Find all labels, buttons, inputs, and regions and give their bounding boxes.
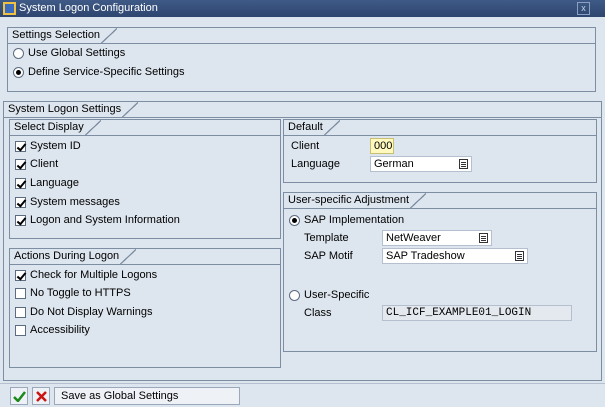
select-display-title: Select Display (9, 119, 101, 135)
checkbox-system-id[interactable]: System ID (15, 138, 81, 154)
radio-button[interactable] (289, 289, 300, 301)
checkbox-label: Language (30, 177, 79, 189)
language-select[interactable]: German (370, 156, 472, 172)
radio-user-specific[interactable]: User-Specific (289, 287, 369, 303)
checkbox[interactable] (15, 177, 26, 189)
system-logon-settings-title: System Logon Settings (3, 101, 139, 117)
group-divider (284, 208, 596, 209)
select-display-group: Select Display System ID Client Language… (9, 119, 281, 239)
class-field[interactable]: CL_ICF_EXAMPLE01_LOGIN (382, 305, 572, 321)
user-specific-group: User-specific Adjustment SAP Implementat… (283, 192, 597, 352)
checkbox-system-messages[interactable]: System messages (15, 194, 120, 210)
confirm-button[interactable] (10, 387, 28, 405)
value-help-icon[interactable] (479, 233, 488, 243)
motif-select[interactable]: SAP Tradeshow (382, 248, 528, 264)
checkbox-label: Logon and System Information (30, 214, 180, 226)
settings-selection-group: Settings Selection Use Global Settings D… (7, 27, 596, 92)
checkbox-client[interactable]: Client (15, 156, 58, 172)
cancel-button[interactable] (32, 387, 50, 405)
checkbox-multiple-logons[interactable]: Check for Multiple Logons (15, 267, 157, 283)
language-label: Language (291, 158, 340, 170)
actions-during-logon-title: Actions During Logon (9, 248, 137, 264)
radio-sap-implementation[interactable]: SAP Implementation (289, 212, 404, 228)
group-divider (10, 264, 280, 265)
template-label: Template (304, 232, 349, 244)
checkmark-icon (12, 390, 26, 402)
motif-label: SAP Motif (304, 250, 353, 262)
radio-label: User-Specific (304, 289, 370, 301)
checkbox-label: System ID (30, 140, 81, 152)
class-label: Class (304, 307, 332, 319)
checkbox[interactable] (15, 287, 26, 299)
template-select[interactable]: NetWeaver (382, 230, 492, 246)
radio-button[interactable] (13, 66, 24, 78)
dialog-body: Settings Selection Use Global Settings D… (0, 17, 605, 407)
group-divider (4, 117, 601, 118)
checkbox[interactable] (15, 306, 26, 318)
checkbox[interactable] (15, 158, 26, 170)
checkbox-label: Check for Multiple Logons (30, 269, 158, 281)
default-title: Default (283, 119, 340, 135)
checkbox-label: Do Not Display Warnings (30, 306, 153, 318)
group-divider (10, 135, 280, 136)
motif-value: SAP Tradeshow (386, 250, 465, 262)
checkbox-logon-system-info[interactable]: Logon and System Information (15, 212, 180, 228)
group-divider (8, 43, 595, 44)
actions-during-logon-group: Actions During Logon Check for Multiple … (9, 248, 281, 368)
user-specific-title: User-specific Adjustment (283, 192, 427, 208)
checkbox[interactable] (15, 140, 26, 152)
value-help-icon[interactable] (515, 251, 524, 261)
language-value: German (374, 158, 414, 170)
radio-button[interactable] (289, 214, 300, 226)
close-icon[interactable]: x (577, 2, 590, 15)
checkbox-label: No Toggle to HTTPS (30, 287, 131, 299)
radio-use-global[interactable]: Use Global Settings (13, 45, 125, 61)
window-icon (3, 2, 16, 15)
value-help-icon[interactable] (459, 159, 468, 169)
checkbox[interactable] (15, 324, 26, 336)
checkbox[interactable] (15, 214, 26, 226)
save-as-global-button[interactable]: Save as Global Settings (54, 387, 240, 405)
cancel-icon (35, 390, 47, 402)
checkbox-accessibility[interactable]: Accessibility (15, 322, 90, 338)
checkbox-no-toggle-https[interactable]: No Toggle to HTTPS (15, 285, 131, 301)
checkbox[interactable] (15, 196, 26, 208)
default-group: Default Client 000 Language German (283, 119, 597, 183)
system-logon-settings-group: System Logon Settings Select Display Sys… (3, 101, 602, 381)
template-value: NetWeaver (386, 232, 441, 244)
radio-label: Use Global Settings (28, 47, 126, 59)
footer-toolbar: Save as Global Settings (0, 383, 605, 407)
radio-button[interactable] (13, 47, 24, 59)
checkbox-label: System messages (30, 196, 120, 208)
checkbox-label: Accessibility (30, 324, 90, 336)
window-title: System Logon Configuration (19, 2, 158, 14)
title-bar: System Logon Configuration x (0, 0, 605, 17)
radio-service-specific[interactable]: Define Service-Specific Settings (13, 64, 185, 80)
radio-label: Define Service-Specific Settings (28, 66, 185, 78)
checkbox-label: Client (30, 158, 59, 170)
checkbox[interactable] (15, 269, 26, 281)
checkbox-no-warnings[interactable]: Do Not Display Warnings (15, 304, 152, 320)
radio-label: SAP Implementation (304, 214, 405, 226)
client-input[interactable]: 000 (370, 138, 394, 154)
client-label: Client (291, 140, 320, 152)
group-divider (284, 135, 596, 136)
checkbox-language[interactable]: Language (15, 175, 79, 191)
settings-selection-title: Settings Selection (7, 27, 118, 43)
